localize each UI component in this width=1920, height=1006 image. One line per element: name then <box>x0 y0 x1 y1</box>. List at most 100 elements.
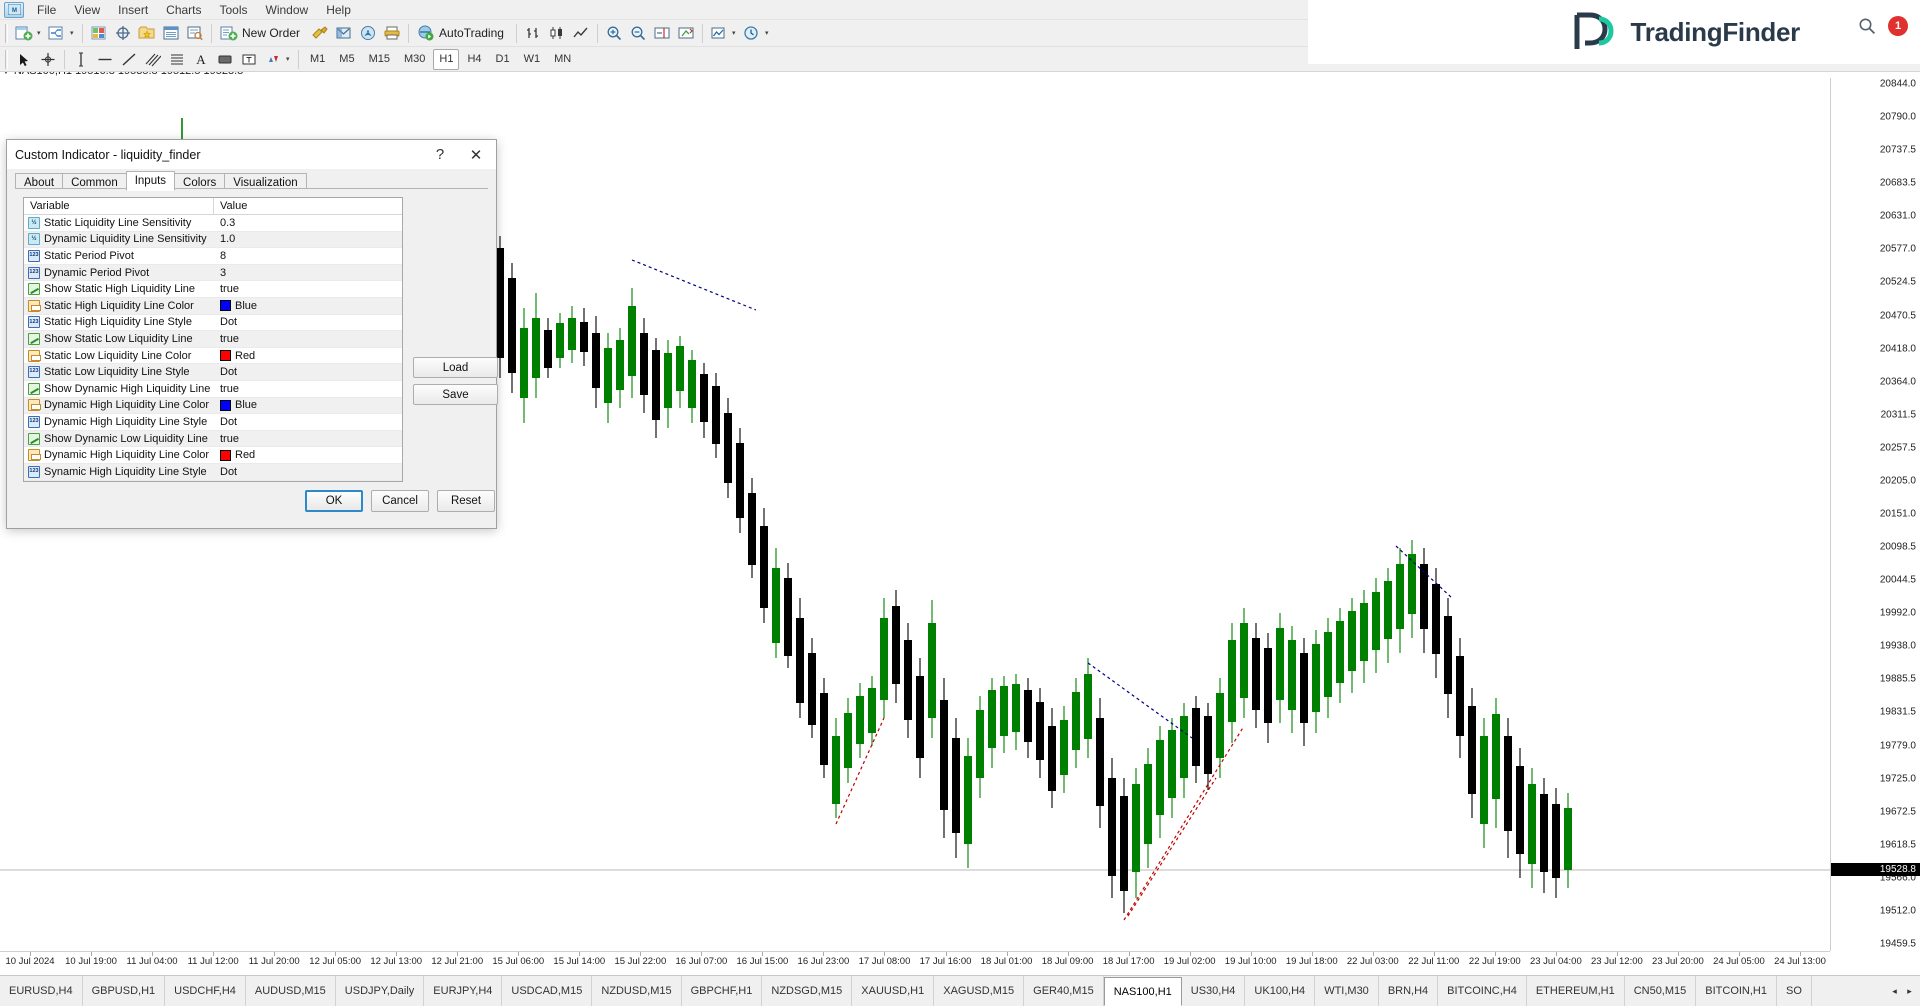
strategy-tester-icon[interactable] <box>308 22 332 45</box>
text-box-icon[interactable] <box>237 48 261 71</box>
chart-tab-bitcoinc-h4[interactable]: BITCOINC,H4 <box>1438 976 1527 1006</box>
reset-button[interactable]: Reset <box>437 490 495 512</box>
chart-tab-xauusd-h1[interactable]: XAUUSD,H1 <box>852 976 934 1006</box>
parameter-value-cell[interactable]: 3 <box>214 267 402 279</box>
menu-item-view[interactable]: View <box>65 1 109 19</box>
vertical-line-icon[interactable] <box>69 48 93 71</box>
table-row[interactable]: 123Synamic High Liquidity Line StyleDot <box>24 464 402 481</box>
chart-tab-nzdusd-m15[interactable]: NZDUSD,M15 <box>592 976 681 1006</box>
ok-button[interactable]: OK <box>305 490 363 512</box>
table-row[interactable]: Show Static High Liquidity Linetrue <box>24 281 402 298</box>
timeframe-m5[interactable]: M5 <box>333 49 360 70</box>
chart-tab-usdjpy-daily[interactable]: USDJPY,Daily <box>336 976 425 1006</box>
timeframe-w1[interactable]: W1 <box>518 49 547 70</box>
drawing-toolbar-grip[interactable] <box>3 50 10 69</box>
chart-tab-usdchf-h4[interactable]: USDCHF,H4 <box>165 976 246 1006</box>
parameter-value-cell[interactable]: Dot <box>214 366 402 378</box>
periods-icon[interactable] <box>740 22 764 45</box>
load-button[interactable]: Load <box>413 357 498 378</box>
parameter-value-cell[interactable]: 8 <box>214 250 402 262</box>
menu-item-insert[interactable]: Insert <box>109 1 157 19</box>
chart-template-icon[interactable] <box>45 22 69 45</box>
timeframe-d1[interactable]: D1 <box>490 49 516 70</box>
chart-template-dropdown-icon[interactable]: ▾ <box>70 29 78 37</box>
chart-tab-gbpchf-h1[interactable]: GBPCHF,H1 <box>682 976 763 1006</box>
zoom-in-icon[interactable] <box>602 22 626 45</box>
table-row[interactable]: Show Dynamic Low Liquidity Linetrue <box>24 431 402 448</box>
chart-shift-icon[interactable] <box>650 22 674 45</box>
chart-tab-brn-h4[interactable]: BRN,H4 <box>1379 976 1438 1006</box>
table-row[interactable]: ½Dynamic Liquidity Line Sensitivity1.0 <box>24 232 402 249</box>
autotrading-button[interactable]: AutoTrading <box>413 22 512 45</box>
cursor-icon[interactable] <box>12 48 36 71</box>
table-row[interactable]: Dynamic High Liquidity Line ColorBlue <box>24 398 402 415</box>
menu-item-file[interactable]: File <box>28 1 65 19</box>
menu-item-tools[interactable]: Tools <box>211 1 257 19</box>
menu-item-charts[interactable]: Charts <box>157 1 210 19</box>
text-label-icon[interactable] <box>213 48 237 71</box>
periods-dropdown-icon[interactable]: ▾ <box>765 29 773 37</box>
indicators-icon[interactable] <box>707 22 731 45</box>
chart-tab-eurusd-h4[interactable]: EURUSD,H4 <box>0 976 83 1006</box>
parameter-value-cell[interactable]: 1.0 <box>214 233 402 245</box>
chart-tab-ethereum-h1[interactable]: ETHEREUM,H1 <box>1527 976 1625 1006</box>
parameter-value-cell[interactable]: true <box>214 283 402 295</box>
data-window-icon[interactable] <box>183 22 207 45</box>
mailbox-icon[interactable] <box>332 22 356 45</box>
custom-indicator-dialog[interactable]: Custom Indicator - liquidity_finder ? ✕ … <box>6 139 497 529</box>
parameter-value-cell[interactable]: Blue <box>214 300 402 312</box>
bar-chart-icon[interactable] <box>521 22 545 45</box>
scroll-left-icon[interactable]: ◂ <box>1888 983 1901 1000</box>
parameter-value-cell[interactable]: Blue <box>214 399 402 411</box>
indicators-dropdown-icon[interactable]: ▾ <box>732 29 740 37</box>
crosshair-icon[interactable] <box>111 22 135 45</box>
menu-item-help[interactable]: Help <box>317 1 360 19</box>
chart-tab-bitcoin-h1[interactable]: BITCOIN,H1 <box>1696 976 1777 1006</box>
chart-tab-gbpusd-h1[interactable]: GBPUSD,H1 <box>83 976 166 1006</box>
new-chart-dropdown-icon[interactable]: ▾ <box>37 29 45 37</box>
chart-tab-usdcad-m15[interactable]: USDCAD,M15 <box>502 976 592 1006</box>
table-row[interactable]: 123Dynamic Period Pivot3 <box>24 265 402 282</box>
menu-item-window[interactable]: Window <box>257 1 318 19</box>
cancel-button[interactable]: Cancel <box>371 490 429 512</box>
chart-tab-eurjpy-h4[interactable]: EURJPY,H4 <box>424 976 502 1006</box>
parameter-value-cell[interactable]: Dot <box>214 416 402 428</box>
auto-scroll-icon[interactable] <box>674 22 698 45</box>
trendline-icon[interactable] <box>117 48 141 71</box>
chart-tab-us30-h4[interactable]: US30,H4 <box>1182 976 1246 1006</box>
parameters-table[interactable]: Variable Value ½Static Liquidity Line Se… <box>23 197 403 482</box>
parameter-value-cell[interactable]: true <box>214 433 402 445</box>
text-icon[interactable]: A <box>189 48 213 71</box>
time-axis[interactable]: 10 Jul 202410 Jul 19:0011 Jul 04:0011 Ju… <box>0 951 1830 975</box>
chart-tab-nas100-h1[interactable]: NAS100,H1 <box>1104 977 1182 1006</box>
save-button[interactable]: Save <box>413 384 498 405</box>
toolbar-grip[interactable] <box>3 24 10 43</box>
parameter-value-cell[interactable]: Red <box>214 449 402 461</box>
chart-tab-nzdsgd-m15[interactable]: NZDSGD,M15 <box>762 976 852 1006</box>
chart-tab-uk100-h4[interactable]: UK100,H4 <box>1245 976 1315 1006</box>
chart-tab-ger40-m15[interactable]: GER40,M15 <box>1024 976 1104 1006</box>
timeframe-h4[interactable]: H4 <box>461 49 487 70</box>
fibonacci-retracement-icon[interactable] <box>165 48 189 71</box>
table-row[interactable]: Show Dynamic High Liquidity Linetrue <box>24 381 402 398</box>
parameter-value-cell[interactable]: Dot <box>214 466 402 478</box>
arrows-dropdown-icon[interactable]: ▾ <box>286 55 294 63</box>
notification-badge[interactable]: 1 <box>1888 16 1908 36</box>
table-row[interactable]: Static High Liquidity Line ColorBlue <box>24 298 402 315</box>
new-chart-icon[interactable] <box>12 22 36 45</box>
table-row[interactable]: ½Static Liquidity Line Sensitivity0.3 <box>24 215 402 232</box>
candlestick-icon[interactable] <box>545 22 569 45</box>
horizontal-line-icon[interactable] <box>93 48 117 71</box>
parameter-value-cell[interactable]: Dot <box>214 316 402 328</box>
parameter-value-cell[interactable]: 0.3 <box>214 217 402 229</box>
help-button[interactable]: ? <box>422 142 458 167</box>
market-watch-icon[interactable] <box>159 22 183 45</box>
zoom-out-icon[interactable] <box>626 22 650 45</box>
table-row[interactable]: Dynamic High Liquidity Line ColorRed <box>24 447 402 464</box>
chart-tab-cn50-m15[interactable]: CN50,M15 <box>1625 976 1697 1006</box>
tab-inputs[interactable]: Inputs <box>126 171 175 191</box>
timeframe-mn[interactable]: MN <box>548 49 577 70</box>
table-row[interactable]: 123Static Period Pivot8 <box>24 248 402 265</box>
parameter-value-cell[interactable]: true <box>214 333 402 345</box>
table-row[interactable]: 123Static Low Liquidity Line StyleDot <box>24 364 402 381</box>
